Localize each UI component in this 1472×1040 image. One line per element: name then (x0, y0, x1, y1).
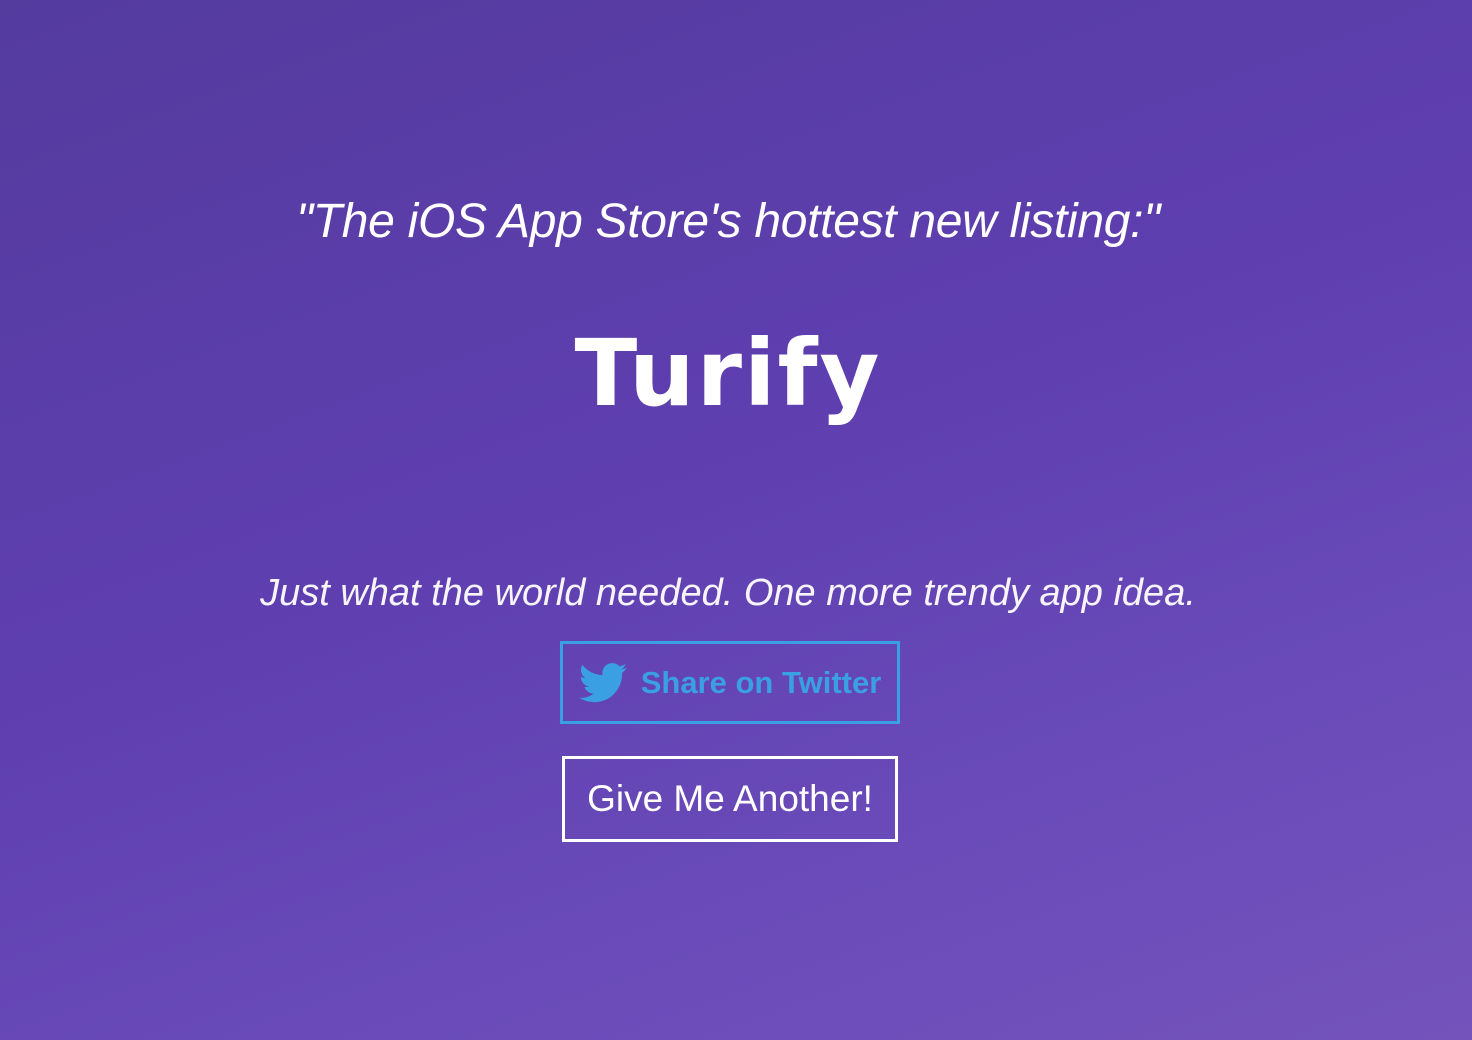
twitter-bird-icon (578, 662, 627, 703)
tagline: Just what the world needed. One more tre… (260, 572, 1196, 614)
page: "The iOS App Store's hottest new listing… (0, 0, 1472, 1040)
share-button-label: Share on Twitter (640, 664, 882, 700)
share-on-twitter-button[interactable]: Share on Twitter (560, 641, 900, 724)
app-name-title: Turify (574, 320, 882, 427)
headline: "The iOS App Store's hottest new listing… (296, 195, 1160, 248)
give-me-another-button[interactable]: Give Me Another! (562, 756, 898, 842)
